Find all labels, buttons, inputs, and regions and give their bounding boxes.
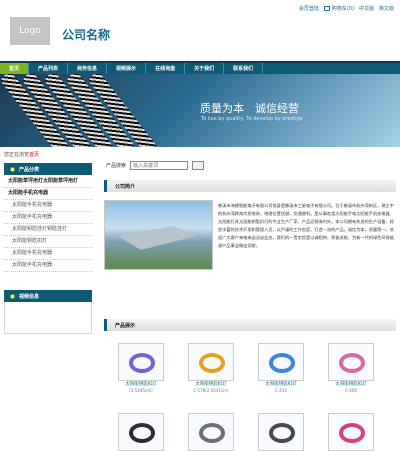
category-item[interactable]: 太阳能手机充电器 — [4, 248, 92, 260]
product-image[interactable] — [118, 413, 164, 451]
product-code: C-400 — [345, 388, 357, 393]
nav-about[interactable]: 关于我们 — [185, 63, 225, 74]
category-list: 太阳能草坪用灯太阳能草坪用灯 太阳能手机充电器 太阳能手机充电器 太阳能手机充电… — [4, 176, 92, 272]
company-photo — [104, 200, 213, 270]
video-title: 视频信息 — [19, 293, 40, 300]
header: Logo 公司名称 会员登陆 购物车(0) 中文版 英文版 — [0, 0, 400, 60]
member-login-link[interactable]: 会员登陆 — [299, 5, 319, 12]
product-image[interactable] — [258, 343, 304, 381]
video-header: 视频信息 — [4, 290, 92, 302]
product-card[interactable]: 太阳能钥匙扣灯 (2.5X45cm) — [112, 343, 170, 393]
category-item[interactable]: 太阳能钥匙挂灯钥匙挂灯 — [4, 224, 92, 236]
main-nav: 首页 产品列表 商务信息 视频展示 在线询盘 关于我们 联系我们 — [0, 61, 400, 74]
product-image[interactable] — [188, 413, 234, 451]
product-ring — [339, 423, 365, 443]
search-row: 产品搜索 — [106, 161, 205, 170]
cart-icon — [323, 6, 330, 11]
search-input[interactable] — [130, 161, 189, 170]
product-ring — [129, 353, 155, 373]
building-image — [117, 226, 197, 250]
category-item[interactable]: 太阳能手机充电器 — [4, 200, 92, 212]
category-item[interactable]: 太阳能草坪用灯太阳能草坪用灯 — [4, 176, 92, 188]
product-code: (2.5X45cm) — [129, 388, 153, 393]
banner: 质量为本 诚信经营 To live by quality, To develop… — [0, 74, 400, 147]
intro-header: 公司简介 — [104, 180, 396, 192]
logo[interactable]: Logo — [10, 17, 50, 45]
product-image[interactable] — [118, 343, 164, 381]
products-header: 产品展示 — [104, 319, 396, 331]
product-card[interactable]: 太阳能钥匙扣灯 C-400 — [322, 343, 380, 393]
search-button[interactable] — [192, 161, 205, 170]
product-card[interactable]: 太阳能钥匙扣灯 C-414 — [252, 343, 310, 393]
nav-home[interactable]: 首页 — [0, 63, 30, 74]
product-ring — [269, 353, 295, 373]
product-code: C-178(2.5X41cm) — [193, 388, 229, 393]
product-ring — [269, 423, 295, 443]
banner-headline: 质量为本 诚信经营 — [200, 102, 299, 115]
product-image[interactable] — [258, 413, 304, 451]
cart-link[interactable]: 购物车(0) — [323, 5, 354, 12]
product-ring — [339, 353, 365, 373]
nav-video[interactable]: 视频展示 — [107, 63, 147, 74]
breadcrumb-prefix: 您正在浏览 — [4, 152, 30, 158]
product-ring — [199, 423, 225, 443]
product-card[interactable] — [182, 413, 240, 451]
search-label: 产品搜索 — [106, 163, 127, 169]
product-card[interactable]: 太阳能钥匙扣灯 C-178(2.5X41cm) — [182, 343, 240, 393]
nav-contact[interactable]: 联系我们 — [224, 63, 264, 74]
product-image[interactable] — [328, 343, 374, 381]
product-ring — [129, 423, 155, 443]
category-item[interactable]: 太阳能手机充电器 — [4, 212, 92, 224]
category-header: 产品分类 — [4, 163, 92, 175]
intro-title: 公司简介 — [115, 183, 136, 190]
product-card[interactable] — [252, 413, 310, 451]
bullet-icon — [10, 166, 15, 172]
category-item[interactable]: 太阳能手机充电器 — [4, 188, 92, 200]
nav-inquiry[interactable]: 在线询盘 — [146, 63, 186, 74]
product-image[interactable] — [188, 343, 234, 381]
nav-products[interactable]: 产品列表 — [29, 63, 69, 74]
banner-tagline: To live by quality, To develop by presti… — [201, 116, 303, 122]
nav-business[interactable]: 商务信息 — [68, 63, 108, 74]
product-card[interactable] — [112, 413, 170, 451]
company-name: 公司名称 — [62, 28, 111, 42]
product-code: C-414 — [275, 388, 287, 393]
category-item[interactable]: 太阳能手机充电器 — [4, 260, 92, 272]
product-ring — [199, 353, 225, 373]
bullet-icon — [10, 293, 15, 299]
top-links: 会员登陆 购物车(0) 中文版 英文版 — [299, 5, 394, 12]
product-card[interactable] — [322, 413, 380, 451]
video-box — [4, 302, 92, 334]
breadcrumb-current[interactable]: 首页 — [29, 152, 39, 158]
breadcrumb: 您正在浏览首页 — [4, 151, 39, 158]
category-title: 产品分类 — [19, 166, 40, 173]
cart-label: 购物车(0) — [331, 6, 354, 12]
category-item[interactable]: 太阳能钥匙扣灯 — [4, 236, 92, 248]
chinese-version-link[interactable]: 中文版 — [359, 5, 374, 12]
product-image[interactable] — [328, 413, 374, 451]
intro-text: 慈溪市海捷智能电子有限公司前身是慈溪市三星电子有限公司。位于慈溪市杭州湾新区，建… — [218, 203, 394, 248]
english-version-link[interactable]: 英文版 — [379, 5, 394, 12]
products-title: 产品展示 — [115, 322, 136, 329]
